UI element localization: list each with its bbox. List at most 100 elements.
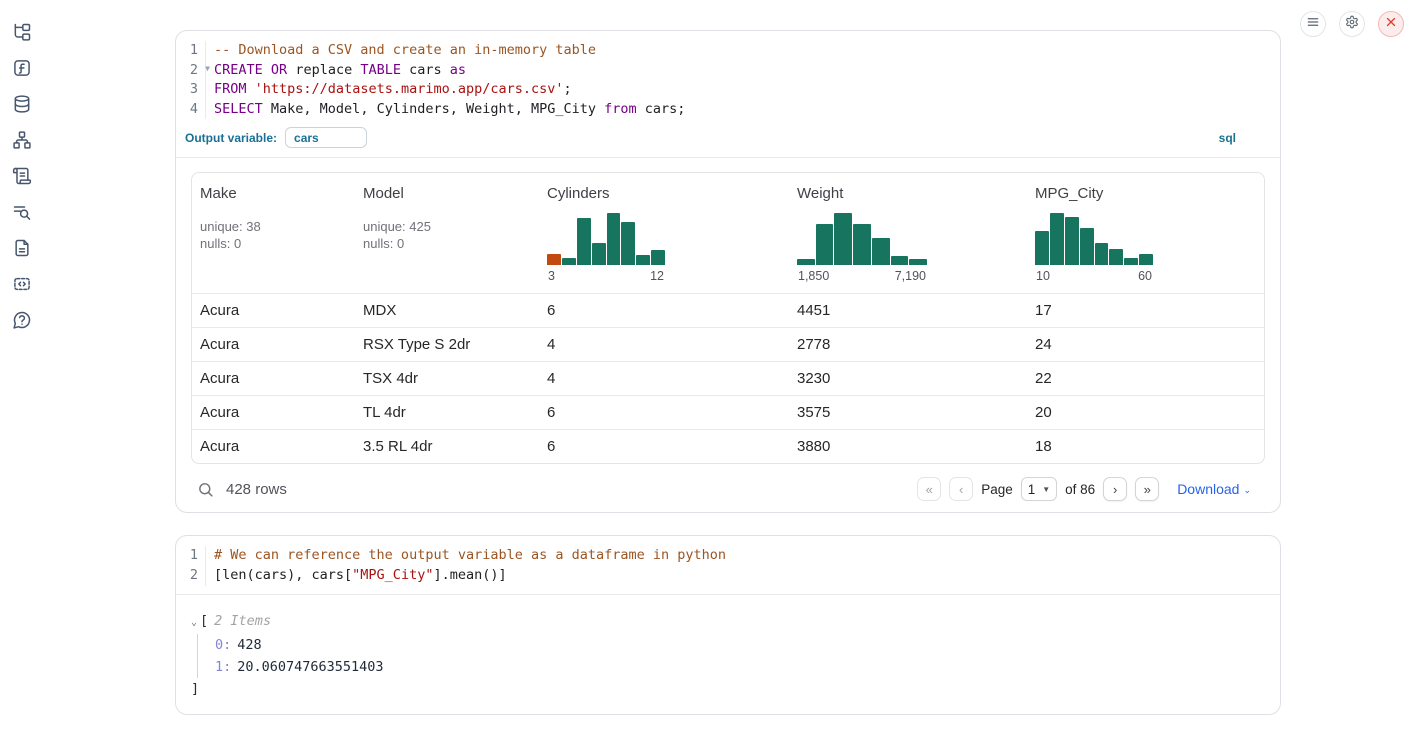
scratchpad-icon[interactable] — [12, 166, 32, 186]
column-stats: unique: 38nulls: 0 — [200, 218, 347, 252]
table-cell: TL 4dr — [355, 396, 539, 429]
table-cell: Acura — [192, 362, 355, 395]
histogram-bar — [621, 222, 635, 265]
download-label: Download — [1177, 481, 1239, 497]
code-line[interactable]: 3FROM 'https://datasets.marimo.app/cars.… — [176, 80, 1280, 100]
tree-entry: 0:428 — [215, 634, 1280, 656]
pagination: « ‹ Page 1 ▼ of 86 › » Download ⌄ — [917, 477, 1263, 501]
data-table: Make unique: 38nulls: 0 Model unique: 425nu… — [191, 172, 1265, 464]
code-text: CREATE OR replace TABLE cars as — [206, 61, 466, 81]
histogram-bar — [547, 254, 561, 265]
output-variable-input[interactable] — [285, 127, 367, 148]
table-cell: Acura — [192, 294, 355, 327]
table-cell: 4451 — [789, 294, 1027, 327]
table-header-cell: Cylinders312 — [539, 173, 789, 293]
histogram-bar — [1035, 231, 1049, 265]
histogram-bar — [1050, 213, 1064, 265]
page-select[interactable]: 1 ▼ — [1021, 477, 1057, 501]
histogram-bar — [891, 256, 909, 265]
prev-page-button[interactable]: ‹ — [949, 477, 973, 501]
table-cell: 24 — [1027, 328, 1264, 361]
python-code-editor[interactable]: 1# We can reference the output variable … — [176, 536, 1280, 594]
code-line[interactable]: 1# We can reference the output variable … — [176, 546, 1280, 566]
histogram-bar — [636, 255, 650, 265]
table-cell: TSX 4dr — [355, 362, 539, 395]
table-cell: 22 — [1027, 362, 1264, 395]
table-cell: Acura — [192, 328, 355, 361]
help-icon[interactable] — [12, 310, 32, 330]
column-header-mpg_city[interactable]: MPG_City — [1035, 185, 1103, 202]
file-explorer-icon[interactable] — [12, 22, 32, 42]
table-cell: 4 — [539, 328, 789, 361]
column-histogram — [1035, 213, 1153, 265]
table-cell: RSX Type S 2dr — [355, 328, 539, 361]
code-line[interactable]: 1-- Download a CSV and create an in-memo… — [176, 41, 1280, 61]
histogram-bar — [797, 259, 815, 265]
python-cell-output: ⌄[2 Items 0:4281:20.060747663551403 ] — [176, 595, 1280, 714]
menu-button[interactable] — [1300, 11, 1326, 37]
table-row: AcuraTL 4dr6357520 — [192, 395, 1264, 429]
table-header-row: Make unique: 38nulls: 0 Model unique: 425nu… — [192, 173, 1264, 293]
line-number: 4 — [176, 100, 206, 120]
close-icon — [1384, 15, 1398, 34]
table-cell: Acura — [192, 396, 355, 429]
table-row: AcuraMDX6445117 — [192, 293, 1264, 327]
items-count: 2 Items — [214, 613, 271, 629]
download-button[interactable]: Download ⌄ — [1177, 481, 1251, 497]
tree-entries: 0:4281:20.060747663551403 — [197, 634, 1280, 678]
column-header-make[interactable]: Make — [200, 185, 237, 202]
datasources-icon[interactable] — [12, 94, 32, 114]
snippets-icon[interactable] — [12, 274, 32, 294]
logs-icon[interactable] — [12, 202, 32, 222]
output-variable-label: Output variable: — [185, 131, 277, 145]
histogram-bar — [1139, 254, 1153, 265]
tree-root-row: ⌄[2 Items — [191, 610, 1280, 634]
close-bracket: ] — [191, 678, 1280, 700]
column-histogram — [547, 213, 665, 265]
table-cell: 4 — [539, 362, 789, 395]
histogram-bar — [853, 224, 871, 265]
sql-code-editor[interactable]: 1-- Download a CSV and create an in-memo… — [176, 31, 1280, 125]
dependency-graph-icon[interactable] — [12, 130, 32, 150]
functions-icon[interactable] — [12, 58, 32, 78]
row-count: 428 rows — [226, 481, 287, 498]
collapse-caret-icon[interactable]: ⌄ — [191, 617, 197, 628]
table-cell: 3.5 RL 4dr — [355, 430, 539, 463]
table-cell: 6 — [539, 396, 789, 429]
table-cell: 6 — [539, 294, 789, 327]
histogram-bar — [816, 224, 834, 265]
code-line[interactable]: 4SELECT Make, Model, Cylinders, Weight, … — [176, 100, 1280, 120]
column-header-weight[interactable]: Weight — [797, 185, 843, 202]
histogram-bar — [577, 218, 591, 265]
shutdown-button[interactable] — [1378, 11, 1404, 37]
page-label: Page — [981, 482, 1013, 497]
histogram-bar — [872, 238, 890, 265]
python-cell: 1# We can reference the output variable … — [175, 535, 1281, 714]
table-header-cell: Model unique: 425nulls: 0 — [355, 173, 539, 293]
code-line[interactable]: 2▼CREATE OR replace TABLE cars as — [176, 61, 1280, 81]
fold-chevron-icon[interactable]: ▼ — [205, 65, 210, 73]
column-histogram — [797, 213, 927, 265]
column-header-model[interactable]: Model — [363, 185, 404, 202]
histogram-bar — [1080, 228, 1094, 265]
sql-cell-output: Make unique: 38nulls: 0 Model unique: 425nu… — [176, 158, 1280, 512]
histogram-bar — [651, 250, 665, 265]
gear-icon — [1345, 15, 1359, 34]
documentation-icon[interactable] — [12, 238, 32, 258]
first-page-button[interactable]: « — [917, 477, 941, 501]
settings-button[interactable] — [1339, 11, 1365, 37]
column-header-cylinders[interactable]: Cylinders — [547, 185, 610, 202]
next-page-button[interactable]: › — [1103, 477, 1127, 501]
code-line[interactable]: 2[len(cars), cars["MPG_City"].mean()] — [176, 566, 1280, 586]
table-cell: MDX — [355, 294, 539, 327]
column-stats: unique: 425nulls: 0 — [363, 218, 531, 252]
table-header-cell: MPG_City1060 — [1027, 173, 1264, 293]
table-cell: 3575 — [789, 396, 1027, 429]
table-body: AcuraMDX6445117AcuraRSX Type S 2dr427782… — [192, 293, 1264, 463]
histogram-bar — [834, 213, 852, 265]
histogram-bar — [1109, 249, 1123, 265]
line-number: 2 — [176, 566, 206, 586]
code-text: -- Download a CSV and create an in-memor… — [206, 41, 596, 61]
last-page-button[interactable]: » — [1135, 477, 1159, 501]
search-icon[interactable] — [197, 481, 214, 498]
